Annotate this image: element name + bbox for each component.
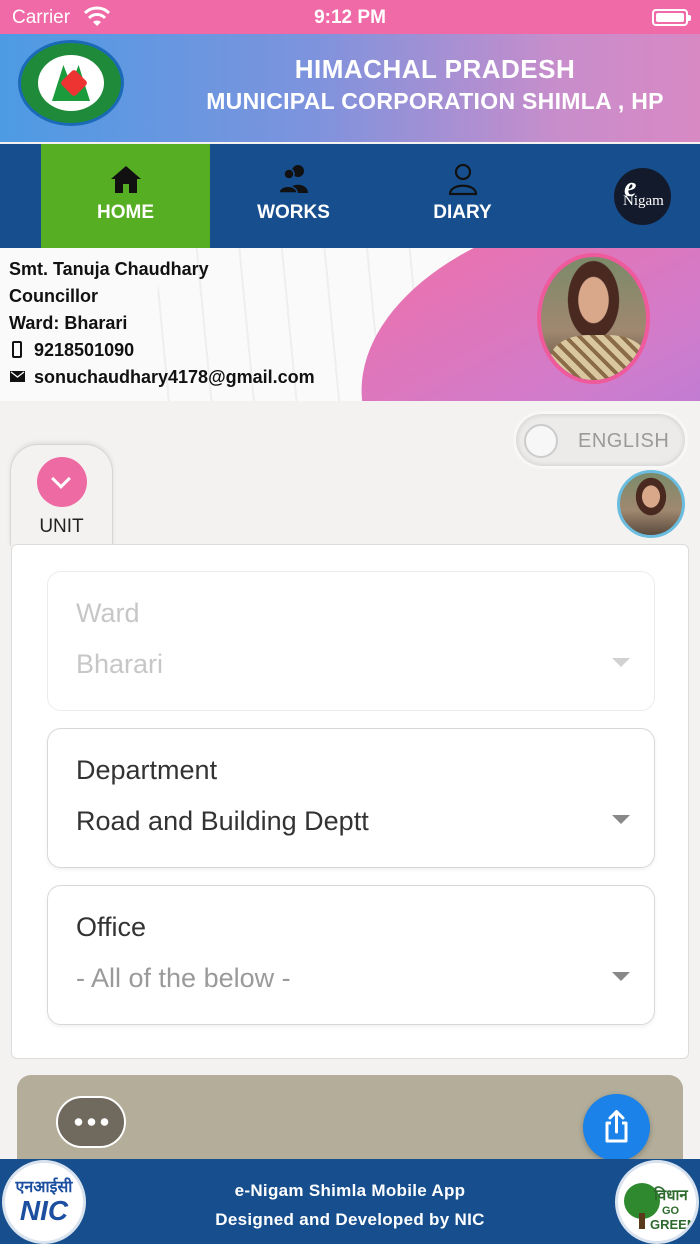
nav-home[interactable]: HOME bbox=[41, 144, 210, 248]
main-nav: HOME WORKS DIARY e Nigam bbox=[0, 144, 700, 248]
department-value: Road and Building Deptt bbox=[76, 806, 369, 836]
header-title: HIMACHAL PRADESH bbox=[294, 54, 576, 84]
councillor-name: Smt. Tanuja Chaudhary bbox=[9, 259, 209, 279]
footer-credit: Designed and Developed by NIC bbox=[215, 1210, 485, 1229]
nav-diary[interactable]: DIARY bbox=[378, 144, 547, 248]
councillor-email[interactable]: sonuchaudhary4178@gmail.com bbox=[34, 367, 315, 388]
language-label: ENGLISH bbox=[578, 430, 670, 452]
status-bar: Carrier 9:12 PM bbox=[0, 0, 700, 34]
department-select[interactable]: Department Road and Building Deptt bbox=[47, 728, 655, 868]
footer-app-name: e-Nigam Shimla Mobile App bbox=[234, 1181, 466, 1200]
nav-works-label: WORKS bbox=[257, 202, 330, 223]
councillor-banner: Smt. Tanuja Chaudhary Councillor Ward: B… bbox=[0, 248, 700, 401]
header-subtitle: MUNICIPAL CORPORATION SHIMLA , HP bbox=[206, 88, 664, 114]
dropdown-caret-icon bbox=[612, 972, 630, 981]
app-header: HIMACHAL PRADESH MUNICIPAL CORPORATION S… bbox=[0, 34, 700, 142]
more-dots-icon bbox=[72, 1118, 110, 1126]
clock: 9:12 PM bbox=[314, 7, 386, 28]
councillor-phone[interactable]: 9218501090 bbox=[34, 340, 134, 361]
unit-form: Ward Bharari Department Road and Buildin… bbox=[11, 544, 689, 1059]
ward-select: Ward Bharari bbox=[47, 571, 655, 711]
office-label: Office bbox=[76, 912, 147, 942]
unit-label: UNIT bbox=[39, 516, 84, 537]
language-toggle[interactable]: ENGLISH bbox=[513, 411, 688, 469]
ward-label: Ward bbox=[76, 598, 140, 628]
share-icon bbox=[605, 1110, 628, 1143]
office-value: - All of the below - bbox=[76, 963, 291, 993]
unit-expand-button[interactable] bbox=[37, 457, 87, 507]
battery-icon bbox=[652, 9, 691, 26]
nav-home-label: HOME bbox=[97, 202, 154, 223]
councillor-designation: Councillor bbox=[9, 286, 98, 306]
users-icon bbox=[277, 165, 308, 194]
dropdown-caret-icon bbox=[612, 658, 630, 667]
nic-logo: एनआईसी NIC bbox=[2, 1160, 86, 1244]
ward-value: Bharari bbox=[76, 649, 164, 679]
app-footer: e-Nigam Shimla Mobile App Designed and D… bbox=[0, 1159, 700, 1244]
unit-tab[interactable]: UNIT bbox=[10, 444, 113, 546]
phone-icon bbox=[12, 341, 22, 358]
toggle-knob bbox=[524, 424, 558, 458]
home-icon bbox=[110, 166, 141, 193]
share-button[interactable] bbox=[583, 1094, 650, 1161]
nav-diary-label: DIARY bbox=[433, 202, 492, 223]
enigam-logo[interactable]: e Nigam bbox=[614, 168, 671, 225]
chevron-down-icon bbox=[51, 469, 71, 489]
dropdown-caret-icon bbox=[612, 815, 630, 824]
councillor-ward: Ward: Bharari bbox=[9, 313, 128, 333]
nav-works[interactable]: WORKS bbox=[209, 144, 378, 248]
councillor-photo bbox=[537, 253, 650, 384]
councillor-avatar[interactable] bbox=[617, 470, 685, 538]
mail-icon bbox=[10, 371, 25, 382]
department-label: Department bbox=[76, 755, 218, 785]
vidhan-go-green-logo: विधान GO GREEN bbox=[615, 1160, 699, 1244]
person-icon bbox=[448, 163, 477, 196]
office-select[interactable]: Office - All of the below - bbox=[47, 885, 655, 1025]
more-options-button[interactable] bbox=[56, 1096, 126, 1148]
municipal-corporation-logo bbox=[18, 40, 124, 126]
